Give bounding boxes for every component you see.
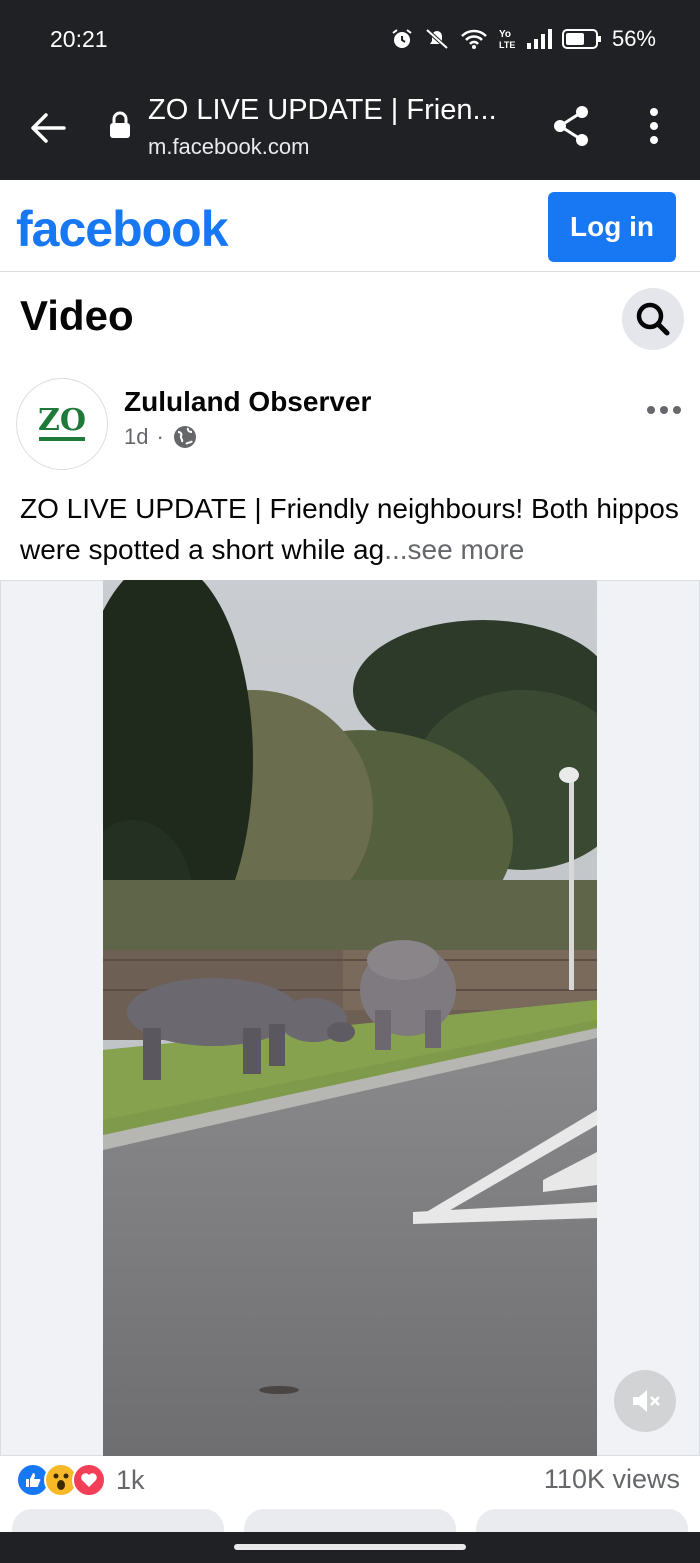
status-bar: 20:21 Yo LTE 56%: [0, 0, 700, 80]
more-options-button[interactable]: [636, 102, 672, 150]
post-body: ZO LIVE UPDATE | Friendly neighbours! Bo…: [20, 493, 679, 565]
arrow-left-icon: [31, 113, 66, 143]
video-thumbnail: [103, 580, 597, 1456]
gesture-handle[interactable]: [234, 1544, 466, 1550]
facebook-logo[interactable]: facebook: [16, 200, 229, 258]
reactions-summary[interactable]: 1k: [16, 1462, 145, 1498]
battery-percent: 56%: [611, 26, 656, 51]
volume-mute-icon: [633, 1390, 660, 1412]
wifi-icon: [461, 29, 487, 49]
alarm-icon: [392, 29, 412, 48]
back-button[interactable]: [24, 104, 72, 152]
page-title-url[interactable]: ZO LIVE UPDATE | Frien...: [148, 94, 497, 127]
search-button[interactable]: [622, 288, 684, 350]
see-more-link[interactable]: ...see more: [384, 534, 524, 565]
mute-button[interactable]: [614, 1370, 676, 1432]
battery-icon: [561, 29, 601, 49]
reaction-count: 1k: [116, 1464, 145, 1495]
share-icon: [554, 106, 588, 146]
status-time: 20:21: [50, 26, 108, 52]
signal-icon: [526, 29, 552, 49]
post-meta: 1d ·: [124, 424, 198, 450]
svg-text:LTE: LTE: [499, 40, 515, 50]
volte-icon: YoLTE: [499, 29, 515, 50]
share-button[interactable]: [548, 102, 596, 150]
more-horizontal-icon: [647, 406, 681, 414]
facebook-header: facebook Log in: [0, 180, 700, 272]
svg-text:Yo: Yo: [499, 29, 511, 40]
login-button[interactable]: Log in: [548, 192, 676, 262]
status-icons: Yo LTE 56%: [390, 26, 656, 52]
mute-icon: [425, 28, 449, 50]
view-count: 110K views: [543, 1464, 680, 1494]
more-vertical-icon: [650, 108, 658, 144]
author-name[interactable]: Zululand Observer: [124, 386, 371, 418]
lock-icon: [110, 111, 130, 138]
avatar[interactable]: ZO: [16, 378, 108, 470]
search-icon: [636, 302, 670, 336]
url-domain[interactable]: m.facebook.com: [148, 134, 309, 160]
avatar-logo-text: ZO: [37, 403, 87, 438]
post-options-button[interactable]: [646, 396, 682, 422]
browser-bar: ZO LIVE UPDATE | Frien... m.facebook.com: [0, 80, 700, 180]
meta-separator: ·: [156, 424, 164, 449]
post-time[interactable]: 1d: [124, 424, 148, 450]
page-title: Video: [20, 292, 134, 339]
love-reaction-icon: [72, 1463, 106, 1497]
video-player[interactable]: [103, 580, 597, 1456]
globe-icon: [173, 426, 196, 448]
post-text: ZO LIVE UPDATE | Friendly neighbours! Bo…: [20, 488, 688, 570]
avatar-logo-bar: [39, 437, 85, 441]
